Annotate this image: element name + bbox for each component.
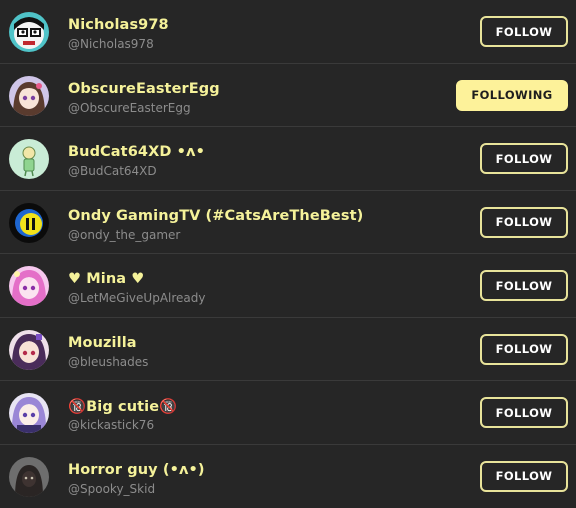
pink-hair-anime-avatar-icon[interactable] bbox=[9, 266, 49, 306]
green-character-sketch-avatar-icon[interactable] bbox=[9, 139, 49, 179]
yellow-pause-icon-avatar-icon[interactable] bbox=[9, 203, 49, 243]
list-item[interactable]: ♥ Mina ♥ @LetMeGiveUpAlready FOLLOW bbox=[0, 254, 576, 318]
user-display-name[interactable]: Ondy GamingTV (#CatsAreTheBest) bbox=[68, 208, 363, 224]
following-button[interactable]: FOLLOWING bbox=[456, 80, 568, 111]
list-item[interactable]: Mouzilla @bleushades FOLLOW bbox=[0, 318, 576, 382]
anime-girl-brown-hair-avatar-icon[interactable] bbox=[9, 76, 49, 116]
purple-hair-anime-avatar-icon[interactable] bbox=[9, 330, 49, 370]
user-handle: @Spooky_Skid bbox=[68, 482, 155, 496]
follow-button[interactable]: FOLLOW bbox=[480, 461, 568, 492]
follow-button[interactable]: FOLLOW bbox=[480, 397, 568, 428]
list-item[interactable]: 🔞Big cutie🔞 @kickastick76 FOLLOW bbox=[0, 381, 576, 445]
user-display-name[interactable]: 🔞Big cutie🔞 bbox=[68, 398, 177, 415]
dark-hooded-figure-avatar-icon[interactable] bbox=[9, 457, 49, 497]
list-item[interactable]: Nicholas978 @Nicholas978 FOLLOW bbox=[0, 0, 576, 64]
follow-button[interactable]: FOLLOW bbox=[480, 143, 568, 174]
user-display-name[interactable]: BudCat64XD •ʌ• bbox=[68, 144, 205, 160]
user-handle: @BudCat64XD bbox=[68, 164, 157, 178]
list-item[interactable]: Horror guy (•ʌ•) @Spooky_Skid FOLLOW bbox=[0, 445, 576, 508]
user-display-name[interactable]: Nicholas978 bbox=[68, 17, 169, 33]
user-list: Nicholas978 @Nicholas978 FOLLOW ObscureE… bbox=[0, 0, 576, 508]
user-handle: @kickastick76 bbox=[68, 418, 154, 432]
lavender-hair-anime-avatar-icon[interactable] bbox=[9, 393, 49, 433]
list-item[interactable]: ObscureEasterEgg @ObscureEasterEgg FOLLO… bbox=[0, 64, 576, 128]
user-handle: @Nicholas978 bbox=[68, 37, 154, 51]
list-item[interactable]: BudCat64XD •ʌ• @BudCat64XD FOLLOW bbox=[0, 127, 576, 191]
user-handle: @ObscureEasterEgg bbox=[68, 101, 191, 115]
follow-button[interactable]: FOLLOW bbox=[480, 270, 568, 301]
follow-button[interactable]: FOLLOW bbox=[480, 207, 568, 238]
cartoon-face-with-glasses-avatar-icon[interactable] bbox=[9, 12, 49, 52]
user-display-name[interactable]: Mouzilla bbox=[68, 335, 137, 351]
follow-button[interactable]: FOLLOW bbox=[480, 334, 568, 365]
user-display-name[interactable]: ♥ Mina ♥ bbox=[68, 271, 144, 287]
user-handle: @ondy_the_gamer bbox=[68, 228, 180, 242]
list-item[interactable]: Ondy GamingTV (#CatsAreTheBest) @ondy_th… bbox=[0, 191, 576, 255]
user-handle: @LetMeGiveUpAlready bbox=[68, 291, 205, 305]
user-display-name[interactable]: ObscureEasterEgg bbox=[68, 81, 220, 97]
user-handle: @bleushades bbox=[68, 355, 148, 369]
follow-button[interactable]: FOLLOW bbox=[480, 16, 568, 47]
user-display-name[interactable]: Horror guy (•ʌ•) bbox=[68, 462, 205, 478]
